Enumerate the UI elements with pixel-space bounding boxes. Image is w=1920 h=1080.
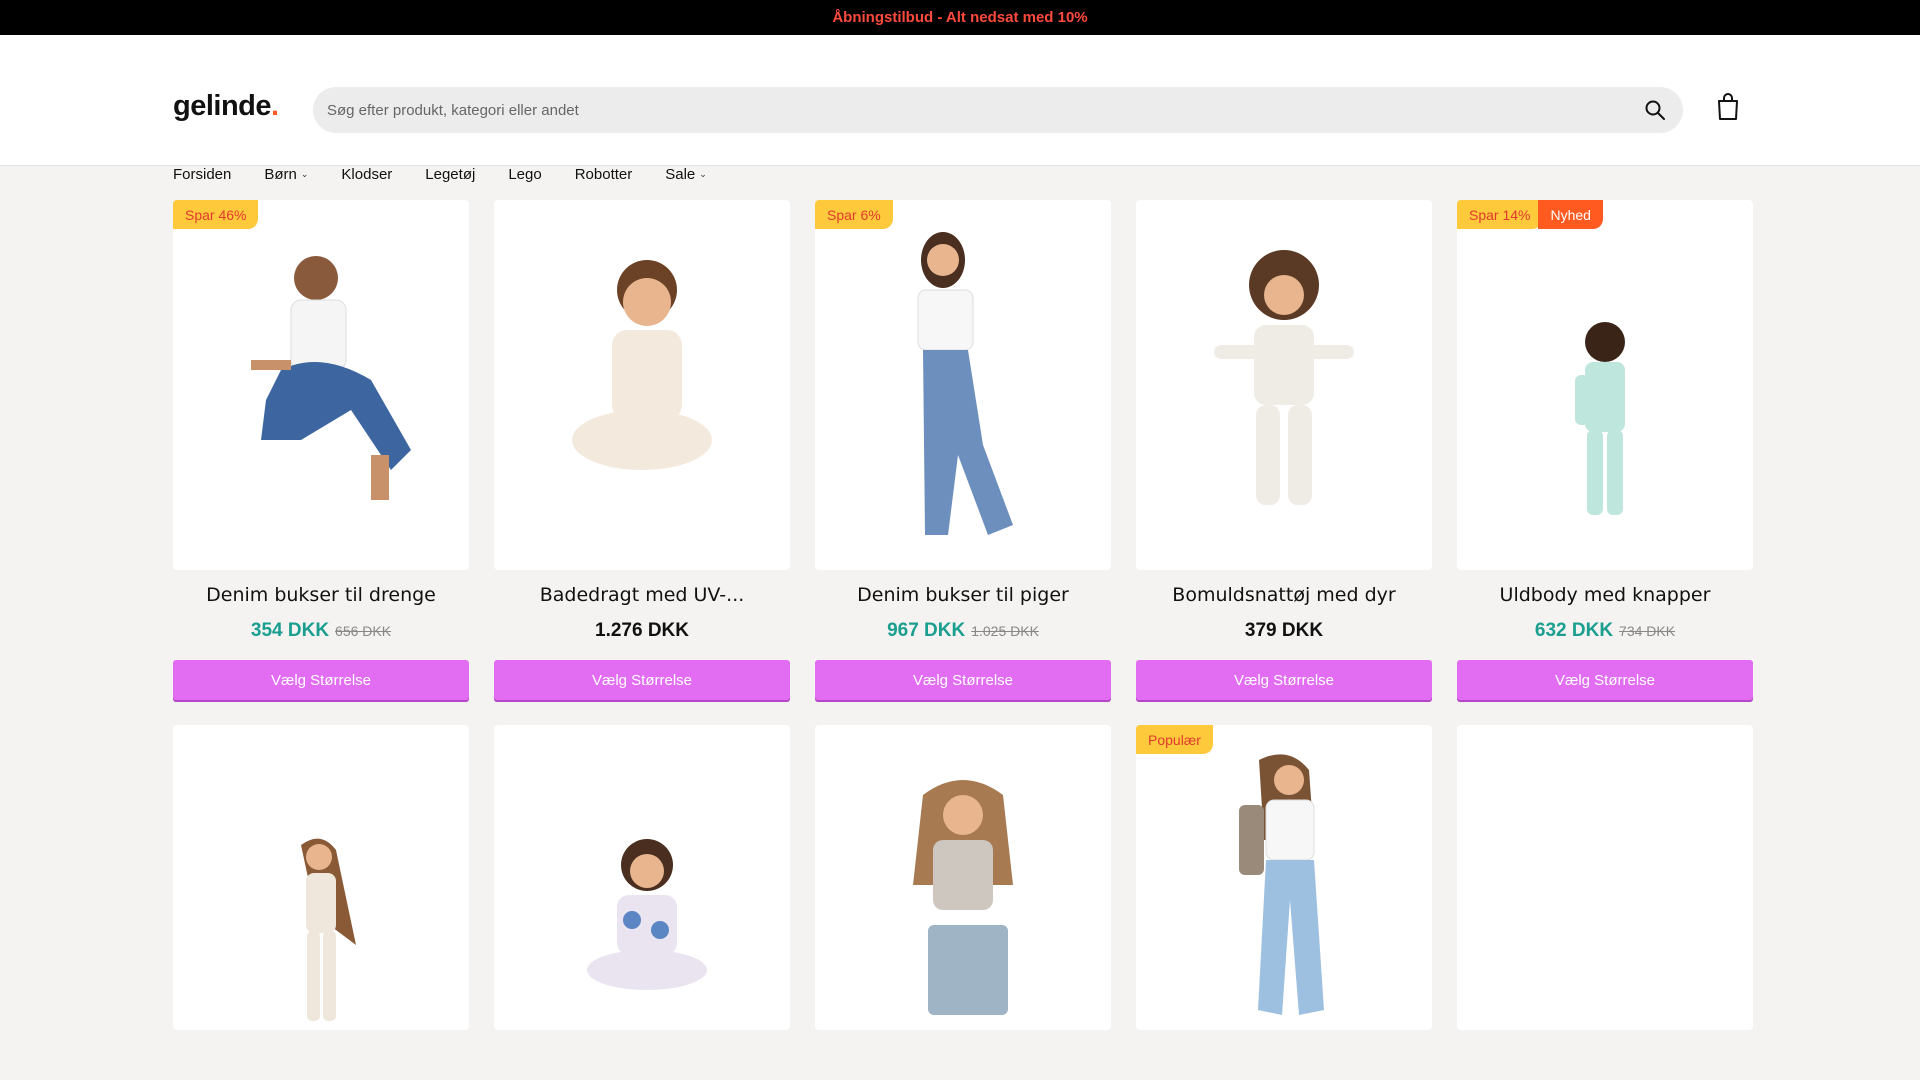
- search-icon[interactable]: [1641, 96, 1669, 124]
- product-image[interactable]: [1136, 200, 1432, 570]
- product-photo: [572, 260, 712, 499]
- product-price: 354 DKK 656 DKK: [250, 620, 392, 641]
- nav-item-born[interactable]: Børn ⌄: [264, 166, 308, 183]
- search-bar: [313, 87, 1683, 133]
- product-card[interactable]: Badedragt med UV-... 1.276 DKK Vælg Stør…: [494, 200, 790, 700]
- nav-item-forsiden[interactable]: Forsiden: [173, 166, 231, 183]
- product-image[interactable]: [815, 725, 1111, 1030]
- product-title[interactable]: Uldbody med knapper: [1457, 584, 1753, 606]
- new-badge: Nyhed: [1538, 200, 1603, 229]
- product-card[interactable]: Spar 14% Nyhed Uldbody med knapper 632 DK…: [1457, 200, 1753, 700]
- nav-item-robotter[interactable]: Robotter: [575, 166, 633, 183]
- product-title[interactable]: Denim bukser til drenge: [173, 584, 469, 606]
- choose-size-button[interactable]: Vælg Størrelse: [173, 660, 469, 700]
- product-price: 632 DKK 734 DKK: [1534, 620, 1676, 641]
- discount-badge: Spar 46%: [173, 200, 259, 229]
- product-photo: [251, 256, 411, 500]
- product-card[interactable]: [815, 725, 1111, 1030]
- nav-item-legetoj[interactable]: Legetøj: [425, 166, 475, 183]
- product-price: 379 DKK: [1244, 620, 1324, 641]
- product-card[interactable]: Spar 6% Denim bukser til piger 967 DKK 1.…: [815, 200, 1111, 700]
- product-card[interactable]: [494, 725, 790, 1030]
- product-card[interactable]: [173, 725, 469, 1030]
- product-image[interactable]: Spar 14% Nyhed: [1457, 200, 1753, 570]
- product-grid: Spar 46% Denim bukser til drenge 354 DKK…: [173, 200, 1753, 1030]
- product-card[interactable]: [1457, 725, 1753, 1030]
- product-card[interactable]: Spar 46% Denim bukser til drenge 354 DKK…: [173, 200, 469, 700]
- choose-size-button[interactable]: Vælg Størrelse: [1457, 660, 1753, 700]
- product-title[interactable]: Badedragt med UV-...: [494, 584, 790, 606]
- product-photo: [917, 232, 1013, 535]
- site-header: gelinde. Forsiden Børn⌄ Klodser Legetøj …: [0, 35, 1920, 183]
- product-image[interactable]: Populær: [1136, 725, 1432, 1030]
- nav-item-klodser[interactable]: Klodser: [341, 166, 392, 183]
- product-price: 1.276 DKK: [595, 620, 689, 641]
- product-title[interactable]: Bomuldsnattøj med dyr: [1136, 584, 1432, 606]
- nav-item-lego[interactable]: Lego: [508, 166, 541, 183]
- shopping-bag-icon[interactable]: [1716, 93, 1746, 127]
- product-image[interactable]: Spar 6%: [815, 200, 1111, 570]
- product-image[interactable]: Spar 46%: [173, 200, 469, 570]
- product-photo: [1214, 250, 1354, 505]
- product-photo: [587, 839, 707, 990]
- product-image[interactable]: [1457, 725, 1753, 1030]
- chevron-down-icon: ⌄: [699, 169, 707, 179]
- choose-size-button[interactable]: Vælg Størrelse: [494, 660, 790, 700]
- discount-badge: Spar 14%: [1457, 200, 1543, 229]
- product-image[interactable]: [494, 725, 790, 1030]
- product-price: 967 DKK 1.025 DKK: [887, 620, 1039, 641]
- product-photo: [301, 838, 356, 1021]
- product-photo: [1575, 322, 1625, 515]
- product-title[interactable]: Denim bukser til piger: [815, 584, 1111, 606]
- product-image[interactable]: [494, 200, 790, 570]
- nav-item-sale[interactable]: Sale ⌄: [665, 166, 707, 183]
- product-card[interactable]: Bomuldsnattøj med dyr 379 DKK Vælg Størr…: [1136, 200, 1432, 700]
- choose-size-button[interactable]: Vælg Størrelse: [815, 660, 1111, 700]
- announcement-text: Åbningstilbud - Alt nedsat med 10%: [832, 9, 1088, 26]
- product-photo: [1239, 754, 1324, 1015]
- chevron-down-icon: ⌄: [300, 169, 309, 179]
- main-nav: Forsiden Børn ⌄ Klodser Legetøj Lego Robo…: [173, 166, 740, 183]
- search-input[interactable]: [327, 101, 1641, 119]
- announcement-bar: Åbningstilbud - Alt nedsat med 10%: [0, 0, 1920, 35]
- brand-logo[interactable]: gelinde.: [173, 90, 279, 123]
- product-card[interactable]: Populær: [1136, 725, 1432, 1030]
- choose-size-button[interactable]: Vælg Størrelse: [1136, 660, 1432, 700]
- product-photo: [913, 780, 1013, 1015]
- product-image[interactable]: [173, 725, 469, 1030]
